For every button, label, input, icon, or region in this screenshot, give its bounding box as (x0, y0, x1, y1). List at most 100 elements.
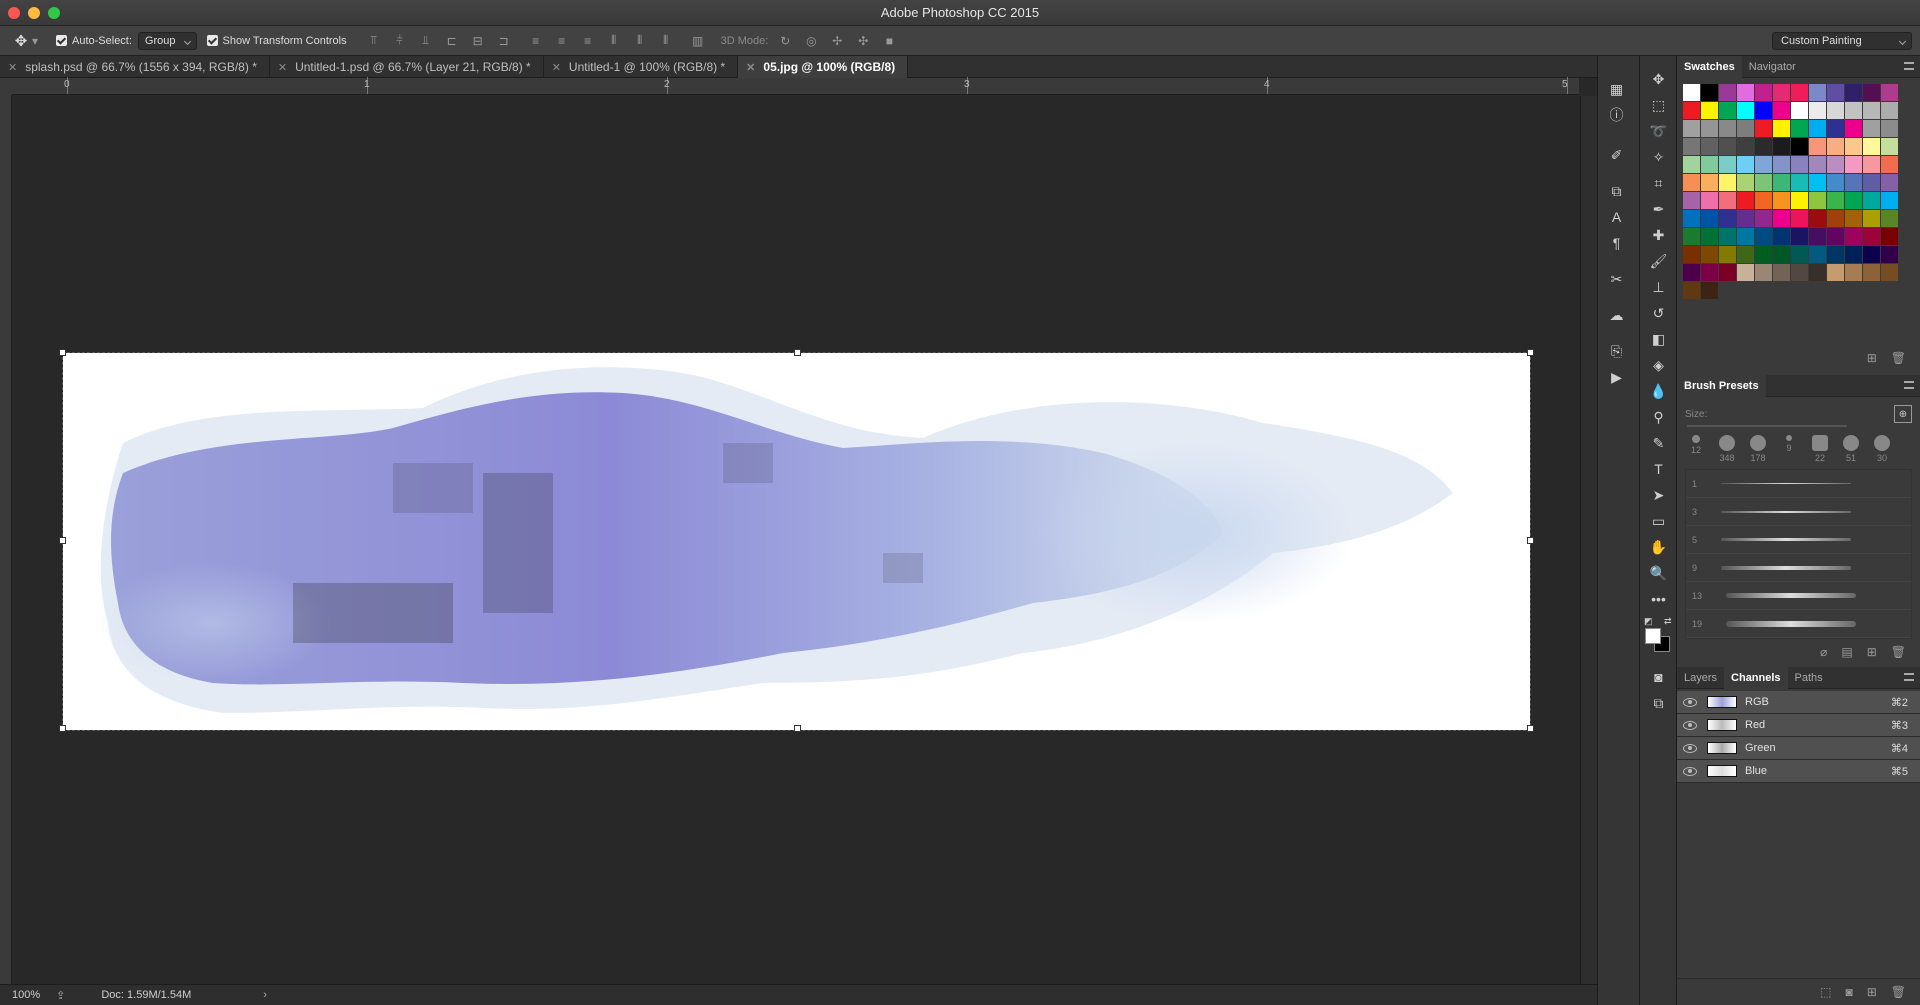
color-swatch[interactable] (1791, 138, 1808, 155)
brush-tip[interactable]: 348 (1716, 435, 1738, 463)
color-swatch[interactable] (1881, 174, 1898, 191)
brush-tip[interactable]: 30 (1871, 435, 1893, 463)
panel-menu-icon[interactable] (1904, 673, 1914, 681)
color-swatch[interactable] (1845, 84, 1862, 101)
color-swatch[interactable] (1791, 192, 1808, 209)
color-swatch[interactable] (1755, 264, 1772, 281)
swap-colors-icon[interactable]: ⇄ (1664, 616, 1672, 627)
transform-handle[interactable] (1527, 725, 1534, 732)
color-swatch[interactable] (1755, 228, 1772, 245)
color-swatch[interactable] (1827, 84, 1844, 101)
color-swatch[interactable] (1773, 102, 1790, 119)
color-swatch[interactable] (1827, 174, 1844, 191)
path-selection-icon[interactable]: ➤ (1640, 482, 1677, 508)
color-swatch[interactable] (1863, 120, 1880, 137)
brush-stroke[interactable]: 9 (1686, 554, 1911, 582)
delete-swatch-icon[interactable]: 🗑 (1891, 351, 1906, 365)
type-tool-icon[interactable]: T (1640, 456, 1677, 482)
transform-handle[interactable] (59, 349, 66, 356)
color-swatch[interactable] (1737, 138, 1754, 155)
color-swatch[interactable] (1791, 210, 1808, 227)
color-swatch[interactable] (1827, 192, 1844, 209)
eraser-icon[interactable]: ◧ (1640, 326, 1677, 352)
color-swatch[interactable] (1701, 156, 1718, 173)
color-swatch[interactable] (1809, 120, 1826, 137)
color-swatch[interactable] (1737, 210, 1754, 227)
vertical-scrollbar[interactable] (1580, 96, 1597, 984)
color-swatch[interactable] (1719, 156, 1736, 173)
color-swatch[interactable] (1827, 156, 1844, 173)
auto-select-checkbox[interactable]: Auto-Select: (56, 35, 132, 47)
tool-preset-chevron-icon[interactable]: ▾ (30, 32, 40, 50)
color-swatch[interactable] (1701, 210, 1718, 227)
load-selection-icon[interactable]: ⬚ (1820, 985, 1831, 999)
color-swatch[interactable] (1701, 282, 1718, 299)
align-right-icon[interactable]: ⊐ (495, 32, 513, 50)
clone-source-icon[interactable]: ⧉ (1598, 178, 1635, 204)
color-swatch[interactable] (1791, 174, 1808, 191)
slide-3d-icon[interactable]: ✣ (854, 32, 872, 50)
color-swatch[interactable] (1719, 102, 1736, 119)
color-swatch[interactable] (1809, 210, 1826, 227)
close-tab-icon[interactable]: ✕ (746, 61, 755, 74)
color-swatch[interactable] (1845, 156, 1862, 173)
color-swatch[interactable] (1719, 192, 1736, 209)
color-swatch[interactable] (1827, 264, 1844, 281)
close-tab-icon[interactable]: ✕ (552, 61, 561, 74)
close-tab-icon[interactable]: ✕ (278, 61, 287, 74)
delete-preset-icon[interactable]: 🗑 (1891, 645, 1906, 659)
align-vcenter-icon[interactable]: ⫩ (391, 32, 409, 50)
color-swatch[interactable] (1881, 120, 1898, 137)
brush-stroke[interactable]: 1 (1686, 470, 1911, 498)
color-swatch[interactable] (1881, 84, 1898, 101)
tab-navigator[interactable]: Navigator (1742, 56, 1803, 78)
show-transform-controls-checkbox[interactable]: Show Transform Controls (206, 35, 347, 47)
color-swatch[interactable] (1863, 156, 1880, 173)
color-swatch[interactable] (1719, 120, 1736, 137)
distribute-vcenter-icon[interactable]: ≡ (553, 32, 571, 50)
save-selection-icon[interactable]: ◙ (1845, 985, 1852, 999)
screen-mode-icon[interactable]: ⧉ (1640, 690, 1677, 716)
drag-3d-icon[interactable]: ✢ (828, 32, 846, 50)
color-swatch[interactable] (1683, 120, 1700, 137)
color-swatch[interactable] (1701, 246, 1718, 263)
timeline-icon[interactable]: ⎘ (1598, 338, 1635, 364)
color-swatch[interactable] (1845, 210, 1862, 227)
color-swatch[interactable] (1863, 210, 1880, 227)
visibility-eye-icon[interactable] (1683, 720, 1697, 730)
color-swatch[interactable] (1845, 102, 1862, 119)
tab-channels[interactable]: Channels (1724, 666, 1788, 689)
color-swatch[interactable] (1863, 174, 1880, 191)
channel-row-rgb[interactable]: RGB ⌘2 (1677, 691, 1920, 714)
color-swatch[interactable] (1683, 138, 1700, 155)
color-swatch[interactable] (1683, 282, 1700, 299)
color-swatch[interactable] (1719, 228, 1736, 245)
color-swatch[interactable] (1809, 84, 1826, 101)
color-swatch[interactable] (1845, 174, 1862, 191)
new-swatch-icon[interactable]: ⊞ (1867, 351, 1877, 365)
transform-handle[interactable] (59, 725, 66, 732)
color-swatch[interactable] (1809, 228, 1826, 245)
color-swatch[interactable] (1737, 120, 1754, 137)
color-swatch[interactable] (1791, 246, 1808, 263)
scale-3d-icon[interactable]: ■ (880, 32, 898, 50)
color-swatch[interactable] (1683, 174, 1700, 191)
color-swatch[interactable] (1863, 84, 1880, 101)
color-swatch[interactable] (1683, 192, 1700, 209)
color-swatch[interactable] (1701, 138, 1718, 155)
color-swatch[interactable] (1791, 156, 1808, 173)
color-swatch[interactable] (1827, 246, 1844, 263)
brush-stroke[interactable]: 13 (1686, 582, 1911, 610)
color-swatch[interactable] (1755, 210, 1772, 227)
color-swatch[interactable] (1701, 192, 1718, 209)
color-swatch[interactable] (1755, 192, 1772, 209)
transform-handle[interactable] (794, 725, 801, 732)
color-swatch[interactable] (1737, 246, 1754, 263)
color-swatch[interactable] (1791, 84, 1808, 101)
horizontal-ruler[interactable]: 0 1 2 3 4 5 (12, 77, 1579, 95)
color-swatch[interactable] (1863, 228, 1880, 245)
color-swatch[interactable] (1845, 264, 1862, 281)
color-swatch[interactable] (1827, 210, 1844, 227)
share-icon[interactable]: ⇪ (56, 989, 65, 1002)
color-swatch[interactable] (1701, 102, 1718, 119)
